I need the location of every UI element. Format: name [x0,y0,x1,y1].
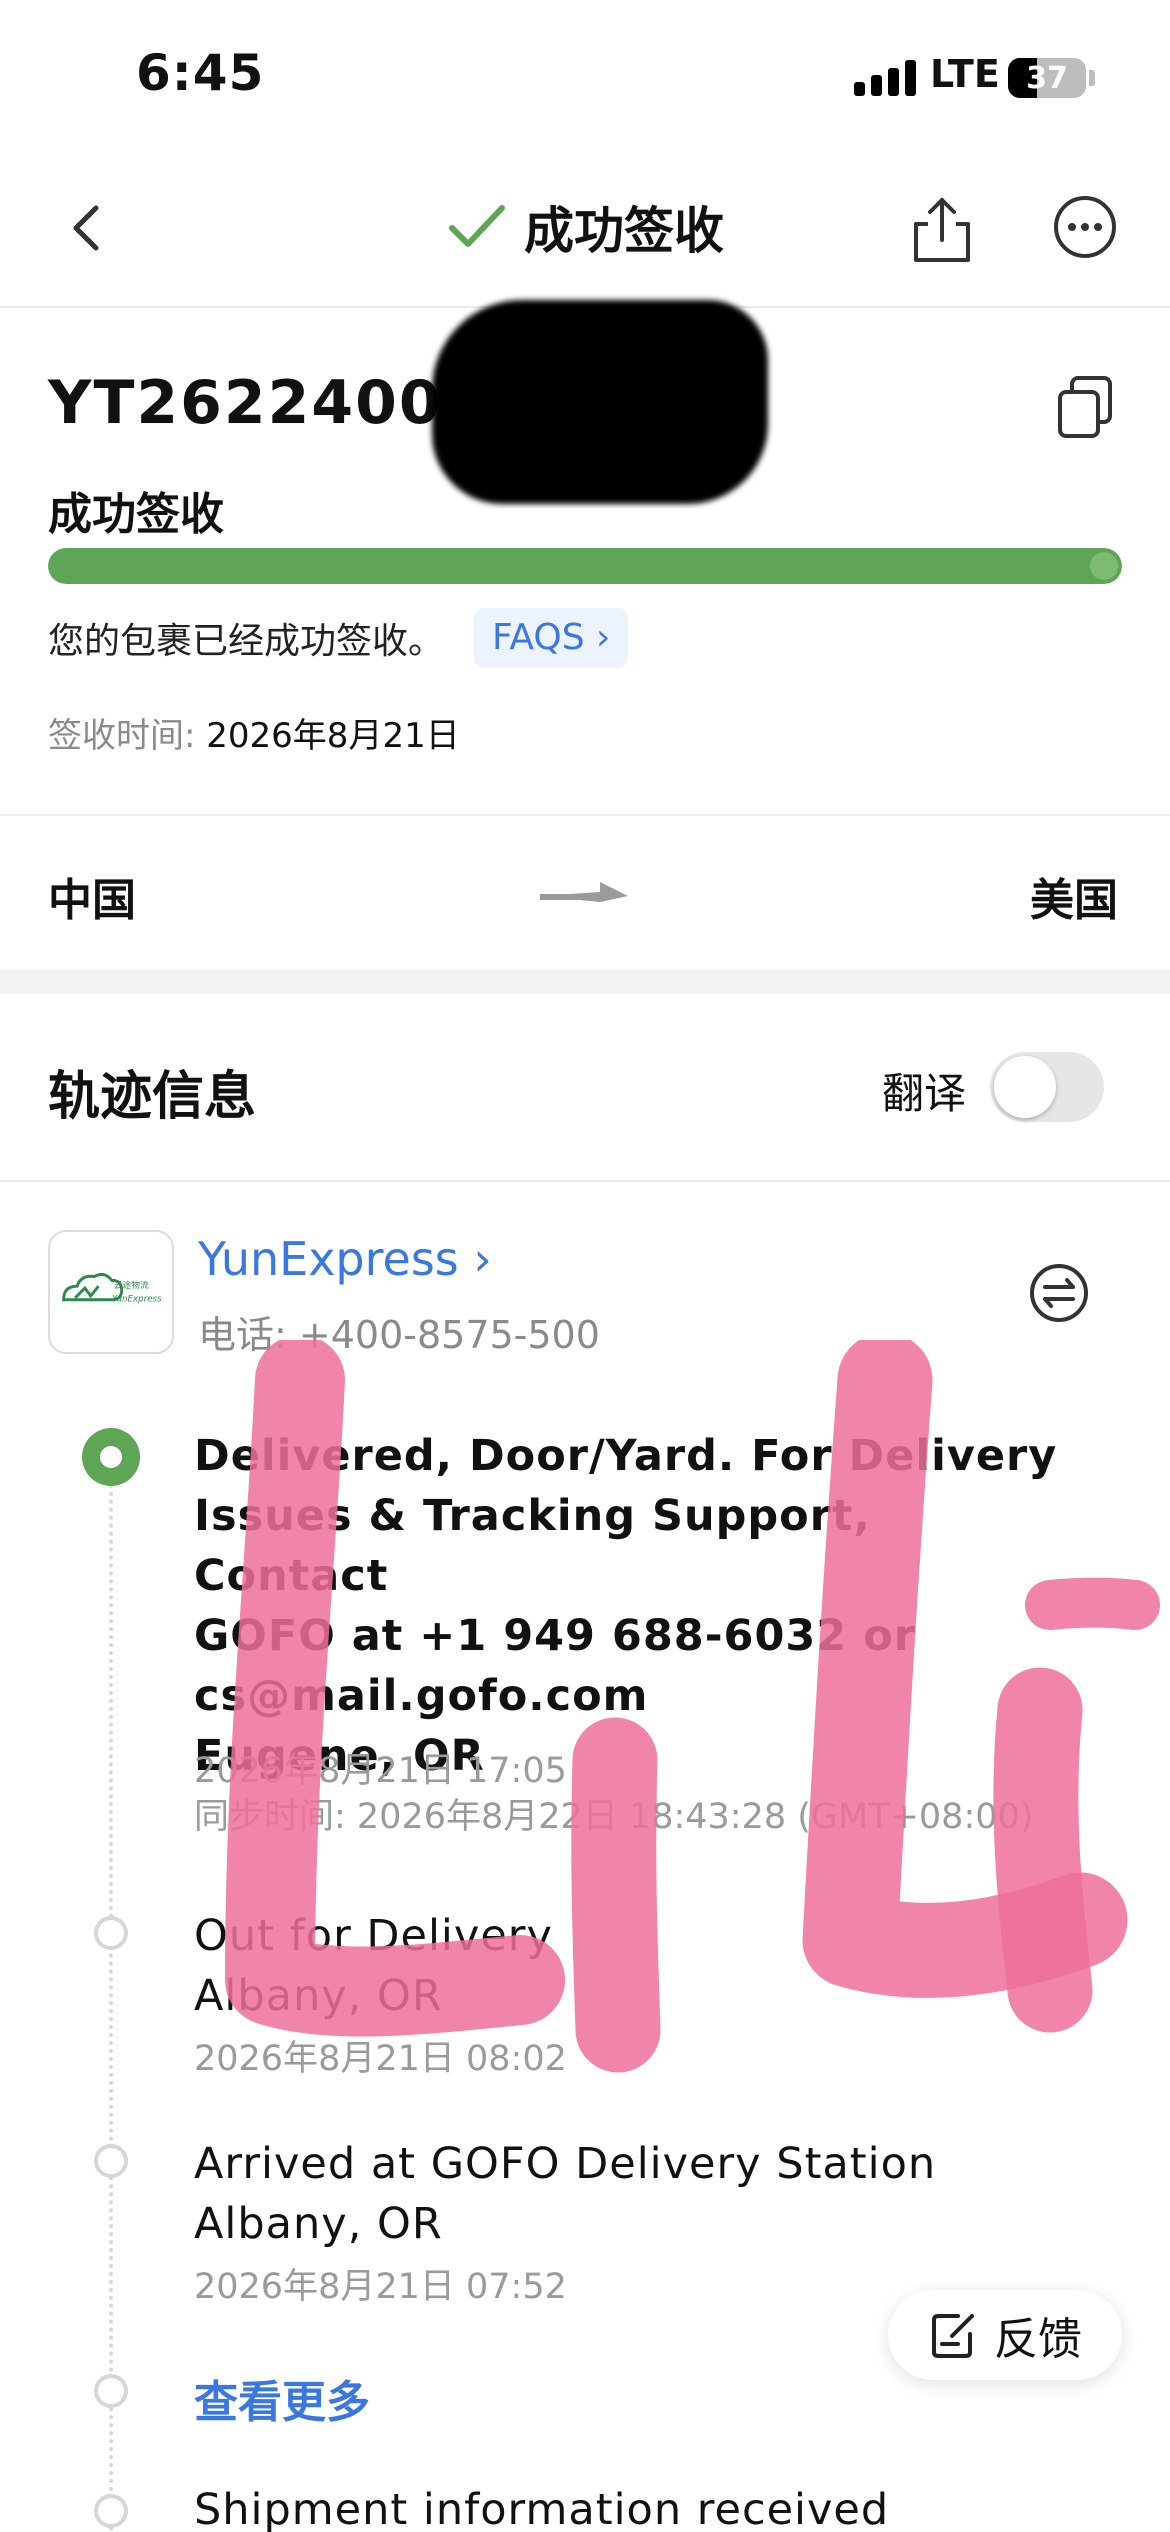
event-title: Arrived at GOFO Delivery Station Albany,… [194,2134,1074,2254]
switch-icon[interactable] [1028,1262,1090,1324]
battery-level: 37 [1026,61,1068,96]
event-time: 2026年8月21日 07:52 [194,2267,567,2307]
status-label: 成功签收 [48,489,224,540]
event-line: cs@mail.gofo.com [194,1671,649,1721]
logo-subtext: YunExpress [112,1295,162,1305]
timeline-dot [94,2374,128,2408]
timeline-line [109,1460,113,2532]
faqs-button[interactable]: FAQS › [474,608,629,668]
page-title: 成功签收 [524,202,724,260]
event-title: Shipment information received [194,2480,1074,2532]
copy-icon[interactable] [1056,374,1114,440]
event-line: Delivered, Door/Yard. For Delivery [194,1431,1058,1481]
feedback-label: 反馈 [994,2314,1082,2365]
event-sync-time: 同步时间: 2026年8月22日 18:43:28 (GMT+08:00) [194,1797,1034,1837]
progress-fill [48,548,1122,584]
event-line: Shipment information received [194,2485,890,2532]
translate-toggle[interactable] [990,1052,1104,1122]
network-label: LTE [930,52,1000,96]
divider [0,1180,1170,1182]
yunexpress-logo-icon: 云途物流 YunExpress [62,1272,162,1305]
toggle-knob [994,1056,1056,1118]
section-gap [0,970,1170,994]
carrier-name-link[interactable]: YunExpress › [198,1232,492,1286]
timeline-dot [94,2144,128,2178]
event-title: Out for Delivery Albany, OR [194,1906,1074,2026]
redaction-mark [432,300,768,504]
battery-tip [1089,70,1095,86]
back-icon[interactable] [58,198,118,258]
event-time: 2026年8月21日 08:02 [194,2039,567,2079]
event-line: Issues & Tracking Support, Contact [194,1491,871,1601]
share-icon[interactable] [908,194,976,266]
sign-time: 签收时间: 2026年8月21日 [48,708,460,757]
divider [0,814,1170,816]
event-time: 2026年8月21日 17:05 [194,1751,567,1791]
logo-text: 云途物流 [114,1279,149,1291]
nav-title-group: 成功签收 [448,192,724,262]
timeline-dot-current [82,1428,140,1486]
event-title-current: Delivered, Door/Yard. For Delivery Issue… [194,1426,1074,1786]
tracking-section-title: 轨迹信息 [48,1067,257,1127]
sign-time-label: 签收时间: [48,716,196,756]
edit-note-icon [932,2314,974,2358]
status-bar: 6:45 LTE 37 [0,0,1170,150]
status-time: 6:45 [136,44,265,102]
route-arrow-icon [540,882,628,902]
tracking-number: YT26224007 [48,368,487,438]
check-icon [449,205,505,247]
sign-time-value: 2026年8月21日 [206,716,460,756]
timeline-dot [94,2494,128,2528]
event-line: Arrived at GOFO Delivery Station [194,2139,937,2189]
carrier-logo: 云途物流 YunExpress [48,1230,174,1354]
feedback-button[interactable]: 反馈 [888,2290,1122,2380]
see-more-link[interactable]: 查看更多 [194,2366,370,2430]
signal-icon [854,60,916,96]
event-line: Albany, OR [194,2199,443,2249]
event-line: Albany, OR [194,1971,443,2021]
nav-bar: 成功签收 [0,150,1170,308]
progress-end-dot [1090,552,1118,580]
carrier-phone: 电话: +400-8575-500 [198,1313,600,1357]
event-line: GOFO at +1 949 688-6032 or [194,1611,916,1661]
origin-country: 中国 [48,875,136,926]
status-description: 您的包裹已经成功签收。 [48,621,445,662]
event-line: Out for Delivery [194,1911,553,1961]
battery-icon: 37 [1008,58,1086,98]
destination-country: 美国 [1030,875,1118,926]
delivery-progress-bar [48,548,1122,584]
translate-label: 翻译 [882,1069,967,1118]
more-icon[interactable] [1052,194,1118,260]
timeline-dot [94,1916,128,1950]
